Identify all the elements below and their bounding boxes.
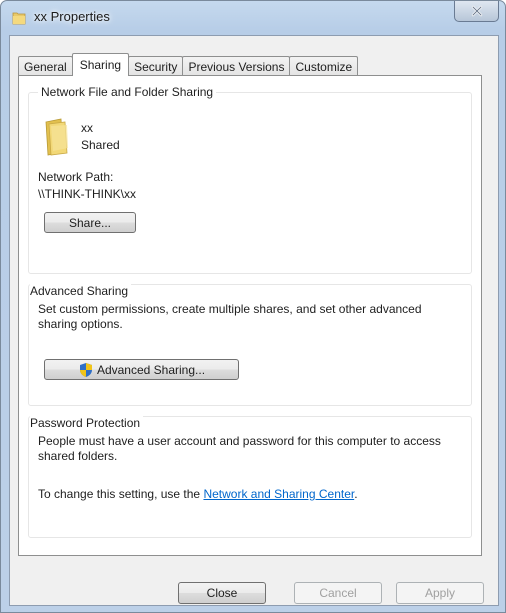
network-sharing-group-label: Network File and Folder Sharing	[38, 85, 217, 99]
advanced-sharing-button[interactable]: Advanced Sharing...	[44, 359, 239, 380]
close-button[interactable]: Close	[178, 582, 266, 604]
password-protection-group-label: Password Protection	[30, 416, 144, 430]
network-center-sentence: To change this setting, use the Network …	[38, 487, 358, 501]
window-title: xx Properties	[34, 9, 110, 24]
dialog-client-area: General Sharing Security Previous Versio…	[9, 35, 499, 606]
cancel-button[interactable]: Cancel	[294, 582, 382, 604]
tab-general[interactable]: General	[18, 56, 73, 76]
password-protection-group: Password Protection People must have a u…	[28, 416, 472, 538]
password-protection-description: People must have a user account and pass…	[38, 434, 441, 463]
properties-window: xx Properties General Sharing Security P…	[0, 0, 506, 613]
advanced-sharing-button-label: Advanced Sharing...	[96, 362, 206, 377]
folder-icon	[45, 118, 68, 156]
network-and-sharing-center-link[interactable]: Network and Sharing Center	[203, 487, 354, 501]
title-bar[interactable]: xx Properties	[1, 1, 505, 35]
tab-security[interactable]: Security	[128, 56, 184, 76]
folder-name: xx	[81, 121, 93, 135]
tab-previous-versions[interactable]: Previous Versions	[182, 56, 291, 76]
uac-shield-icon	[79, 362, 92, 377]
tab-customize[interactable]: Customize	[289, 56, 359, 76]
folder-share-status: Shared	[81, 138, 120, 152]
close-x-icon	[471, 5, 482, 17]
advanced-sharing-description: Set custom permissions, create multiple …	[38, 302, 422, 331]
share-button[interactable]: Share...	[44, 212, 136, 233]
advanced-sharing-group: Advanced Sharing Set custom permissions,…	[28, 284, 472, 406]
apply-button[interactable]: Apply	[396, 582, 484, 604]
tab-strip: General Sharing Security Previous Versio…	[18, 53, 359, 76]
tab-sharing[interactable]: Sharing	[71, 53, 130, 76]
close-window-button[interactable]	[454, 1, 499, 22]
folder-icon	[12, 12, 26, 25]
network-path-label: Network Path:	[38, 170, 114, 184]
network-sharing-group: Network File and Folder Sharing xx Share…	[28, 85, 472, 274]
network-path-value: \\THINK-THINK\xx	[38, 187, 136, 201]
network-center-suffix: .	[354, 487, 358, 501]
network-center-prefix: To change this setting, use the	[38, 487, 204, 501]
advanced-sharing-group-label: Advanced Sharing	[30, 284, 132, 298]
sharing-tab-panel: Network File and Folder Sharing xx Share…	[18, 75, 482, 556]
